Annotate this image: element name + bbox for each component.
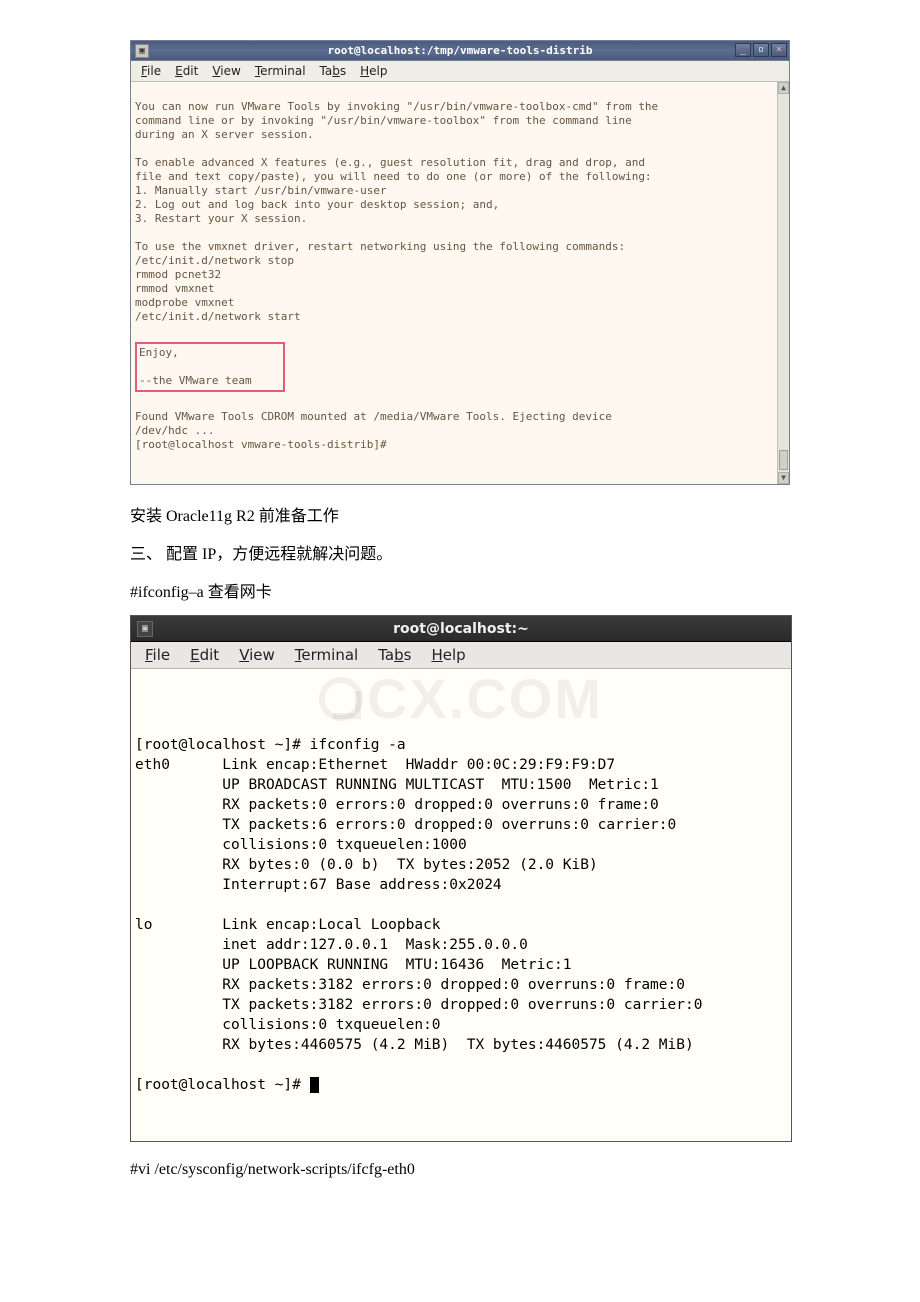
menu-view[interactable]: View — [206, 63, 246, 79]
close-button[interactable]: × — [771, 43, 787, 57]
terminal-text: You can now run VMware Tools by invoking… — [135, 100, 658, 323]
watermark-logo-icon — [319, 677, 363, 721]
terminal-output[interactable]: You can now run VMware Tools by invoking… — [131, 82, 789, 484]
menu-file[interactable]: File — [135, 63, 167, 79]
menu-view[interactable]: View — [231, 644, 283, 666]
minimize-button[interactable]: _ — [735, 43, 751, 57]
menu-tabs[interactable]: Tabs — [370, 644, 419, 666]
window-title: root@localhost:~ — [131, 621, 791, 637]
menu-edit[interactable]: Edit — [182, 644, 227, 666]
watermark: CX.COM — [131, 677, 791, 721]
menu-file[interactable]: File — [137, 644, 178, 666]
doc-step-ip: 三、 配置 IP，方便远程就解决问题。 — [130, 543, 790, 567]
terminal-text: [root@localhost ~]# ifconfig -a eth0 Lin… — [135, 737, 702, 1093]
watermark-text: CX.COM — [367, 689, 603, 709]
terminal-window-vmware: ▣ root@localhost:/tmp/vmware-tools-distr… — [130, 40, 790, 485]
menu-edit[interactable]: Edit — [169, 63, 204, 79]
scroll-down-icon[interactable]: ▼ — [778, 472, 789, 484]
scrollbar[interactable]: ▲ ▼ — [777, 82, 789, 484]
titlebar[interactable]: ▣ root@localhost:~ — [131, 616, 791, 642]
menu-tabs[interactable]: Tabs — [314, 63, 353, 79]
menu-terminal[interactable]: Terminal — [249, 63, 312, 79]
menu-help[interactable]: Help — [423, 644, 473, 666]
highlighted-block: Enjoy, --the VMware team — [135, 342, 285, 392]
terminal-output[interactable]: CX.COM [root@localhost ~]# ifconfig -a e… — [131, 669, 791, 1141]
menu-help[interactable]: Help — [354, 63, 393, 79]
menubar: File Edit View Terminal Tabs Help — [131, 642, 791, 669]
terminal-text-post: Found VMware Tools CDROM mounted at /med… — [135, 410, 612, 451]
window-title: root@localhost:/tmp/vmware-tools-distrib — [131, 44, 789, 58]
doc-cmd-ifconfig: #ifconfig–a 查看网卡 — [130, 581, 790, 605]
terminal-icon: ▣ — [135, 44, 149, 58]
menubar: File Edit View Terminal Tabs Help — [131, 61, 789, 82]
cursor-icon — [310, 1077, 319, 1093]
terminal-window-ifconfig: ▣ root@localhost:~ File Edit View Termin… — [130, 615, 792, 1142]
doc-heading-prep: 安装 Oracle11g R2 前准备工作 — [130, 505, 790, 529]
scroll-up-icon[interactable]: ▲ — [778, 82, 789, 94]
menu-terminal[interactable]: Terminal — [287, 644, 366, 666]
scroll-thumb[interactable] — [779, 450, 788, 470]
titlebar[interactable]: ▣ root@localhost:/tmp/vmware-tools-distr… — [131, 41, 789, 61]
maximize-button[interactable]: ▫ — [753, 43, 769, 57]
doc-cmd-vi: #vi /etc/sysconfig/network-scripts/ifcfg… — [130, 1158, 790, 1182]
